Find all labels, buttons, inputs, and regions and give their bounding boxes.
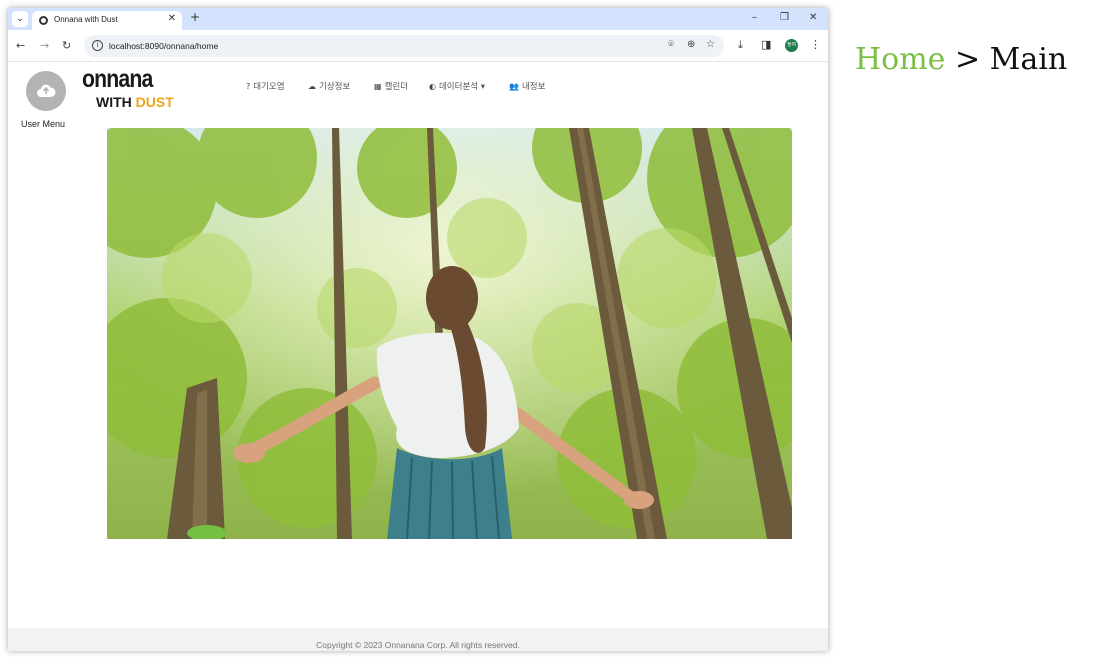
user-menu-label: User Menu — [21, 119, 66, 129]
back-button[interactable]: ← — [16, 39, 25, 52]
zoom-icon[interactable]: ⊕ — [687, 39, 695, 50]
profile-avatar[interactable]: 정여 — [785, 39, 798, 52]
nav-label: 내정보 — [521, 82, 546, 92]
chevron-down-icon: ▾ — [480, 82, 486, 92]
logo-tagline: WITH DUST — [96, 94, 174, 110]
nav-label: 대기오염 — [253, 82, 285, 92]
nav-item-air-pollution[interactable]: ? 대기오염 — [246, 80, 285, 92]
location-icon[interactable]: ⌾ — [668, 39, 674, 50]
nav-label: 기상정보 — [319, 82, 351, 92]
nav-label: 캘린더 — [384, 82, 409, 92]
weather-icon: ☁ — [308, 82, 316, 91]
close-window-button[interactable]: ✕ — [809, 12, 817, 23]
hero-image — [107, 128, 792, 539]
site-info-icon[interactable]: i — [92, 40, 103, 51]
users-icon: 👥 — [509, 82, 519, 91]
nav-item-calendar[interactable]: ▦ 캘린더 — [374, 80, 408, 92]
url-text[interactable]: localhost:8090/onnana/home — [109, 41, 218, 51]
browser-window: ⌄ Onnana with Dust ✕ + – ❐ ✕ ← → ↻ i loc… — [8, 8, 828, 651]
reload-button[interactable]: ↻ — [62, 39, 71, 52]
close-tab-icon[interactable]: ✕ — [168, 13, 176, 24]
breadcrumb-separator: > — [954, 42, 981, 77]
nav-item-data-analysis[interactable]: ◐ 데이터분석 ▾ — [429, 80, 485, 92]
brain-icon: ◐ — [429, 82, 436, 91]
breadcrumb: Home > Main — [855, 42, 1067, 77]
cloud-icon — [37, 84, 56, 97]
page-content: User Menu onnana WITH DUST ? 대기오염 ☁ 기상정보 ▦… — [8, 63, 828, 651]
nav-item-weather[interactable]: ☁ 기상정보 — [308, 80, 350, 92]
side-panel-icon[interactable]: ◨ — [761, 38, 771, 51]
tab-title: Onnana with Dust — [54, 15, 118, 24]
browser-tab[interactable]: Onnana with Dust ✕ — [32, 11, 182, 30]
copyright-text: Copyright © 2023 Onnanana Corp. All righ… — [316, 640, 520, 650]
nav-label: 데이터분석 — [438, 82, 479, 92]
tab-search-button[interactable]: ⌄ — [12, 11, 28, 27]
question-icon: ? — [246, 82, 251, 91]
logo-dust: DUST — [135, 94, 174, 110]
forest-woman-photo — [107, 128, 792, 539]
omnibox[interactable]: i localhost:8090/onnana/home ⌾ ⊕ ☆ — [84, 35, 724, 57]
logo-onnana: onnana — [82, 65, 153, 93]
menu-kebab-icon[interactable]: ⋮ — [810, 38, 821, 51]
user-menu-button[interactable] — [26, 71, 66, 111]
restore-button[interactable]: ❐ — [780, 12, 789, 23]
breadcrumb-home[interactable]: Home — [855, 42, 945, 77]
new-tab-button[interactable]: + — [190, 10, 200, 24]
logo-with: WITH — [96, 94, 132, 110]
globe-icon — [39, 16, 48, 25]
tab-bar: ⌄ Onnana with Dust ✕ + – ❐ ✕ — [8, 8, 828, 30]
address-bar: ← → ↻ i localhost:8090/onnana/home ⌾ ⊕ ☆… — [8, 30, 828, 62]
bookmark-star-icon[interactable]: ☆ — [706, 39, 715, 50]
nav-item-my-info[interactable]: 👥 내정보 — [509, 80, 545, 92]
breadcrumb-current: Main — [989, 42, 1068, 77]
forward-button[interactable]: → — [40, 39, 49, 52]
minimize-button[interactable]: – — [752, 12, 757, 23]
download-icon[interactable]: ⤓ — [738, 38, 743, 52]
page-footer: Copyright © 2023 Onnanana Corp. All righ… — [8, 628, 828, 651]
calendar-icon: ▦ — [374, 82, 382, 91]
